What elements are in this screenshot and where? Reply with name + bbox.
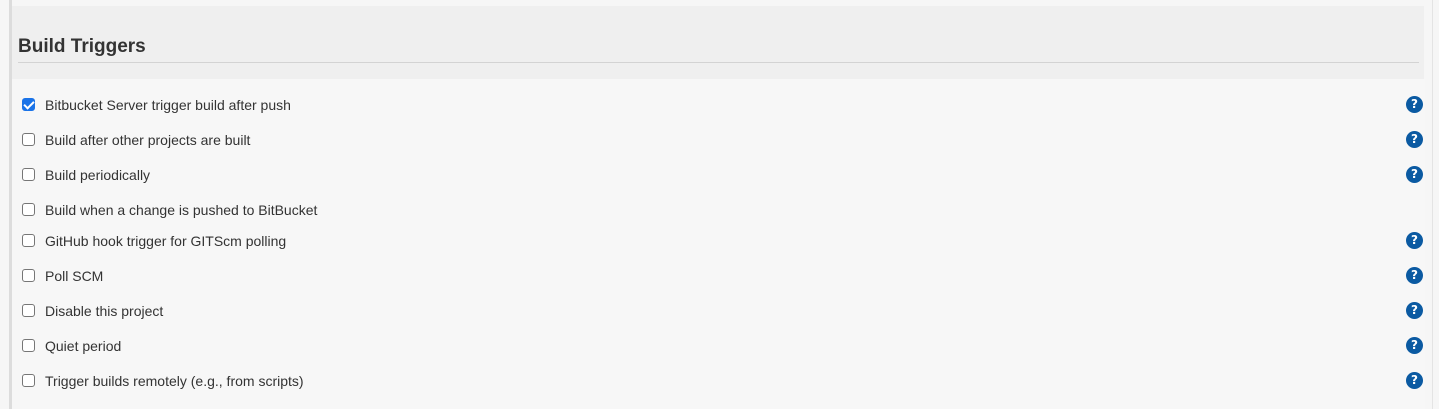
help-icon[interactable]: ? xyxy=(1406,337,1423,354)
checkbox-label[interactable]: Trigger builds remotely (e.g., from scri… xyxy=(45,373,304,390)
help-icon[interactable]: ? xyxy=(1406,302,1423,319)
help-icon[interactable]: ? xyxy=(1406,96,1423,113)
checkbox-github-hook[interactable] xyxy=(22,234,35,247)
trigger-row-quiet-period: Quiet period ? xyxy=(20,333,1425,361)
checkbox-quiet-period[interactable] xyxy=(22,339,35,352)
checkbox-label[interactable]: Bitbucket Server trigger build after pus… xyxy=(45,97,291,114)
checkbox-bitbucket-push-change[interactable] xyxy=(22,203,35,216)
trigger-row-bitbucket-server-push: Bitbucket Server trigger build after pus… xyxy=(20,92,1425,120)
checkbox-label[interactable]: Build when a change is pushed to BitBuck… xyxy=(45,202,317,219)
trigger-row-build-after-other-projects: Build after other projects are built ? xyxy=(20,127,1425,155)
checkbox-label[interactable]: Build after other projects are built xyxy=(45,132,250,149)
help-icon[interactable]: ? xyxy=(1406,166,1423,183)
trigger-row-disable-project: Disable this project ? xyxy=(20,298,1425,326)
trigger-row-bitbucket-push-change: Build when a change is pushed to BitBuck… xyxy=(20,197,1425,225)
checkbox-trigger-remotely[interactable] xyxy=(22,374,35,387)
trigger-row-poll-scm: Poll SCM ? xyxy=(20,263,1425,291)
checkbox-build-periodically[interactable] xyxy=(22,168,35,181)
section-header-band xyxy=(12,6,1424,79)
checkbox-build-after-other-projects[interactable] xyxy=(22,133,35,146)
section-divider xyxy=(18,62,1419,63)
checkbox-bitbucket-server-push[interactable] xyxy=(22,98,35,111)
checkbox-disable-project[interactable] xyxy=(22,304,35,317)
help-icon[interactable]: ? xyxy=(1406,232,1423,249)
section-title: Build Triggers xyxy=(18,36,146,57)
help-icon[interactable]: ? xyxy=(1406,372,1423,389)
help-icon[interactable]: ? xyxy=(1406,267,1423,284)
checkbox-label[interactable]: Disable this project xyxy=(45,303,163,320)
checkbox-label[interactable]: Build periodically xyxy=(45,167,150,184)
trigger-row-build-periodically: Build periodically ? xyxy=(20,162,1425,190)
build-triggers-panel: Build Triggers Bitbucket Server trigger … xyxy=(0,0,1439,409)
checkbox-label[interactable]: Quiet period xyxy=(45,338,121,355)
trigger-row-trigger-remotely: Trigger builds remotely (e.g., from scri… xyxy=(20,368,1425,396)
help-icon[interactable]: ? xyxy=(1406,131,1423,148)
checkbox-label[interactable]: Poll SCM xyxy=(45,268,103,285)
checkbox-label[interactable]: GitHub hook trigger for GITScm polling xyxy=(45,233,286,250)
trigger-row-github-hook: GitHub hook trigger for GITScm polling ? xyxy=(20,228,1425,256)
panel-right-edge xyxy=(1432,0,1433,409)
checkbox-poll-scm[interactable] xyxy=(22,269,35,282)
